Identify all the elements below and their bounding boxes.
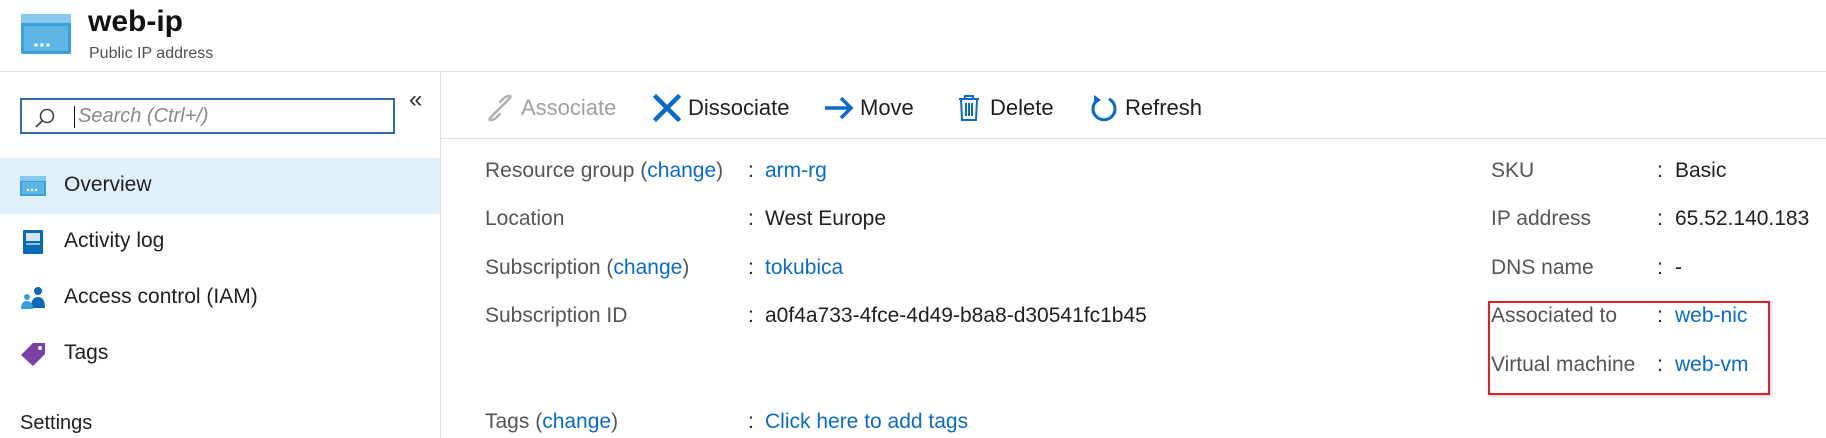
field-label: Subscription [485, 256, 601, 279]
sidebar-item-label: Tags [64, 341, 109, 364]
overview-icon [20, 176, 46, 196]
subscription-link[interactable]: tokubica [765, 256, 843, 280]
field-label: Tags [485, 410, 530, 433]
resource-header: web-ip Public IP address [0, 0, 1826, 70]
essentials-resource-group: Resource group (change) [485, 159, 724, 182]
trash-icon [959, 95, 979, 121]
access-control-icon [21, 287, 45, 309]
dissociate-button[interactable]: Dissociate [652, 88, 792, 128]
tag-icon [21, 343, 45, 366]
essentials-subscription: Subscription (change) [485, 256, 690, 279]
settings-section-header: Settings [20, 412, 93, 434]
field-label: DNS name [1491, 256, 1594, 279]
sidebar-item-overview[interactable]: Overview [0, 158, 440, 214]
ip-address-value: 65.52.140.183 [1675, 207, 1810, 230]
resource-type: Public IP address [89, 45, 214, 62]
delete-button[interactable]: Delete [954, 88, 1064, 128]
field-label: IP address [1491, 207, 1592, 230]
search-input[interactable] [74, 103, 378, 129]
sidebar-item-activity-log[interactable]: Activity log [0, 214, 440, 270]
refresh-button[interactable]: Refresh [1089, 88, 1219, 128]
dns-name-value: - [1675, 256, 1682, 279]
change-resource-group-link[interactable]: change [647, 159, 716, 182]
field-label: Resource group [485, 159, 635, 182]
field-label: Location [485, 207, 565, 230]
header-divider [0, 71, 1826, 72]
refresh-label: Refresh [1125, 95, 1203, 120]
dissociate-label: Dissociate [688, 95, 790, 120]
arrow-right-icon [825, 96, 854, 120]
resource-group-link[interactable]: arm-rg [765, 159, 827, 183]
separator: : [748, 159, 754, 182]
location-value: West Europe [765, 207, 887, 230]
field-label: SKU [1491, 159, 1535, 182]
collapse-sidebar-button[interactable]: « [409, 86, 422, 114]
change-subscription-link[interactable]: change [613, 256, 682, 279]
activity-log-icon [23, 230, 43, 254]
separator: : [1657, 256, 1663, 279]
public-ip-address-icon [21, 14, 71, 54]
sidebar-item-label: Access control (IAM) [64, 285, 258, 308]
move-button[interactable]: Move [824, 88, 924, 128]
sku-value: Basic [1675, 159, 1727, 182]
essentials-tags: Tags (change) [485, 410, 619, 433]
separator: : [748, 207, 754, 230]
separator: : [1657, 159, 1663, 182]
move-label: Move [860, 95, 914, 120]
sidebar-item-label: Activity log [64, 229, 165, 252]
sidebar-item-label: Overview [64, 173, 152, 196]
resource-title: web-ip [88, 5, 183, 38]
toolbar-divider [441, 138, 1826, 139]
refresh-icon [1091, 95, 1117, 122]
highlight-box [1488, 301, 1770, 395]
delete-label: Delete [990, 95, 1054, 120]
sidebar-divider [440, 72, 441, 438]
sidebar-item-tags[interactable]: Tags [0, 326, 440, 382]
close-icon [652, 93, 682, 123]
associate-button[interactable]: Associate [485, 88, 625, 128]
associate-label: Associate [521, 95, 617, 120]
sidebar-search[interactable] [20, 98, 395, 134]
add-tags-link[interactable]: Click here to add tags [765, 410, 968, 434]
separator: : [748, 304, 754, 327]
field-label: Subscription ID [485, 304, 628, 327]
separator: : [748, 256, 754, 279]
subscription-id-value: a0f4a733-4fce-4d49-b8a8-d30541fc1b45 [765, 304, 1147, 327]
sidebar-item-access-control[interactable]: Access control (IAM) [0, 270, 440, 326]
separator: : [1657, 207, 1663, 230]
separator: : [748, 410, 754, 433]
change-tags-link[interactable]: change [542, 410, 611, 433]
search-icon [35, 108, 55, 128]
link-icon [488, 94, 512, 122]
